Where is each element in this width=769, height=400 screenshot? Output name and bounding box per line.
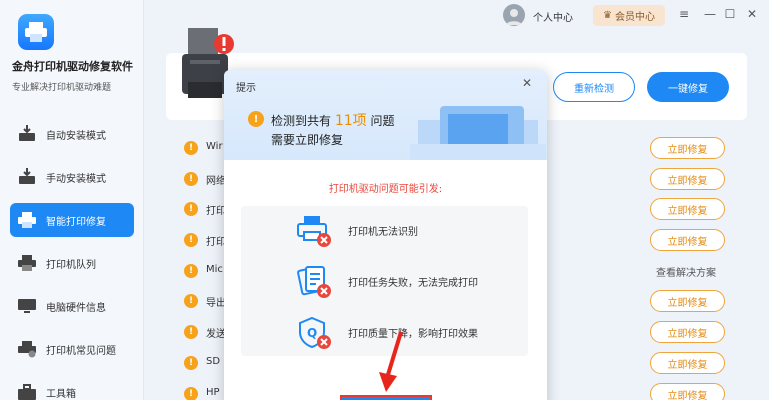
problem-count: 11项 bbox=[334, 113, 367, 129]
sidebar-item-label: 工具箱 bbox=[46, 388, 76, 400]
minimize-icon[interactable]: — bbox=[702, 6, 718, 22]
cause-text: 打印任务失败，无法完成打印 bbox=[348, 278, 478, 289]
row-text: 网络 bbox=[206, 176, 226, 187]
smart-repair-icon bbox=[16, 209, 38, 231]
avatar[interactable] bbox=[503, 4, 525, 26]
dialog-title: 提示 bbox=[236, 83, 256, 94]
menu-icon[interactable]: ≡ bbox=[676, 6, 692, 22]
faq-icon bbox=[16, 338, 38, 360]
svg-text:Q: Q bbox=[307, 326, 317, 340]
list-item: Q 打印质量下降，影响打印效果 bbox=[296, 314, 516, 354]
toolbox-icon bbox=[16, 381, 38, 400]
sidebar-item-label: 打印机队列 bbox=[46, 259, 96, 271]
row-text: HP bbox=[206, 387, 220, 398]
sidebar: 金舟打印机驱动修复软件 专业解决打印机驱动难题 自动安装模式 手动安装模式 智能… bbox=[0, 0, 144, 400]
sidebar-item-faq[interactable]: 打印机常见问题 bbox=[10, 332, 134, 366]
auto-install-icon bbox=[16, 123, 38, 145]
sidebar-item-label: 智能打印修复 bbox=[46, 216, 106, 228]
fix-now-button[interactable]: 立即修复 bbox=[650, 383, 725, 400]
warning-icon: ! bbox=[184, 172, 198, 186]
sidebar-item-manual-install[interactable]: 手动安装模式 bbox=[10, 160, 134, 194]
fix-now-button[interactable]: 立即修复 bbox=[650, 229, 725, 251]
warning-icon: ! bbox=[184, 387, 198, 400]
warning-icon: ! bbox=[184, 141, 198, 155]
row-text: 导出 bbox=[206, 298, 226, 309]
fix-now-button[interactable]: 立即修复 bbox=[650, 352, 725, 374]
fix-now-button[interactable]: 立即修复 bbox=[650, 290, 725, 312]
sidebar-item-label: 打印机常见问题 bbox=[46, 345, 116, 357]
fix-now-button[interactable]: 立即修复 bbox=[650, 321, 725, 343]
sidebar-item-label: 电脑硬件信息 bbox=[46, 302, 106, 314]
warning-icon: ! bbox=[184, 356, 198, 370]
app-title: 金舟打印机驱动修复软件 bbox=[12, 60, 133, 73]
sidebar-item-smart-repair[interactable]: 智能打印修复 bbox=[10, 203, 134, 237]
printer-queue-icon bbox=[16, 252, 38, 274]
row-text: 打印 bbox=[206, 237, 226, 248]
row-text: 打印 bbox=[206, 206, 226, 217]
warning-icon: ! bbox=[248, 111, 264, 127]
manual-install-icon bbox=[16, 166, 38, 188]
hardware-info-icon bbox=[16, 295, 38, 317]
dialog-summary-line2: 需要立即修复 bbox=[271, 133, 344, 147]
rescan-button[interactable]: 重新检测 bbox=[553, 72, 635, 102]
app-logo-icon bbox=[18, 14, 54, 50]
view-solution-link[interactable]: 查看解决方案 bbox=[656, 264, 716, 279]
row-text: Wir bbox=[206, 141, 223, 152]
quality-drop-icon: Q bbox=[296, 316, 334, 352]
warning-icon: ! bbox=[184, 233, 198, 247]
fix-now-button[interactable]: 立即修复 bbox=[650, 137, 725, 159]
sidebar-item-printer-queue[interactable]: 打印机队列 bbox=[10, 246, 134, 280]
sidebar-item-label: 自动安装模式 bbox=[46, 130, 106, 142]
cause-text: 打印机无法识别 bbox=[348, 227, 418, 238]
fix-now-button[interactable]: 立即修复 bbox=[650, 198, 725, 220]
vip-center-label: 会员中心 bbox=[614, 12, 655, 23]
row-text: 发送 bbox=[206, 329, 226, 340]
list-item: 打印任务失败，无法完成打印 bbox=[296, 263, 516, 303]
cause-title: 打印机驱动问题可能引发: bbox=[328, 184, 443, 195]
print-task-failed-icon bbox=[296, 265, 334, 301]
red-arrow-icon bbox=[379, 331, 403, 392]
warning-icon: ! bbox=[184, 264, 198, 278]
dialog-summary: 检测到共有 11项 问题 bbox=[271, 113, 395, 129]
warning-icon: ! bbox=[184, 325, 198, 339]
row-text: Mic bbox=[206, 264, 223, 275]
fix-all-button[interactable]: 一键修复 bbox=[647, 72, 729, 102]
sidebar-item-label: 手动安装模式 bbox=[46, 173, 106, 185]
maximize-icon[interactable]: ☐ bbox=[722, 6, 738, 22]
fix-now-button[interactable]: 立即修复 bbox=[650, 168, 725, 190]
app-subtitle: 专业解决打印机驱动难题 bbox=[12, 83, 112, 93]
row-text: SD bbox=[206, 356, 221, 367]
crown-icon: ♛ bbox=[603, 10, 612, 21]
sidebar-item-hardware-info[interactable]: 电脑硬件信息 bbox=[10, 289, 134, 323]
close-icon[interactable]: ✕ bbox=[744, 6, 760, 22]
sidebar-item-auto-install[interactable]: 自动安装模式 bbox=[10, 117, 134, 151]
list-item: 打印机无法识别 bbox=[296, 212, 516, 252]
sidebar-item-toolbox[interactable]: 工具箱 bbox=[10, 375, 134, 400]
warning-icon: ! bbox=[184, 294, 198, 308]
vip-center-button[interactable]: ♛ 会员中心 bbox=[593, 5, 665, 26]
screen-illustration-icon bbox=[410, 94, 546, 160]
dialog-close-icon[interactable]: ✕ bbox=[522, 76, 532, 90]
printer-unrecognized-icon bbox=[296, 214, 334, 250]
warning-icon: ! bbox=[184, 202, 198, 216]
cause-text: 打印质量下降，影响打印效果 bbox=[348, 329, 478, 340]
user-center-link[interactable]: 个人中心 bbox=[533, 9, 573, 24]
